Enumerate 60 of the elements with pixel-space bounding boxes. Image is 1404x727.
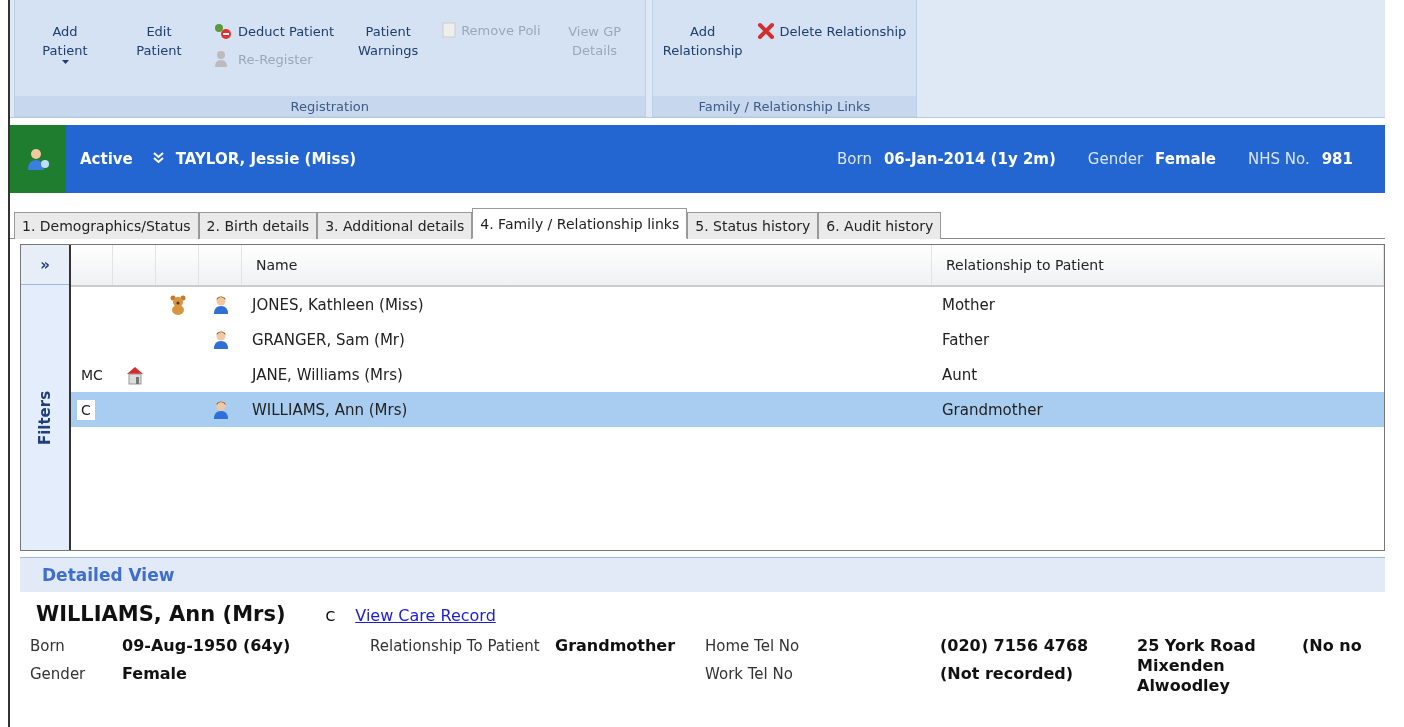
detailed-view-header: Detailed View	[20, 557, 1385, 592]
born-value: 06-Jan-2014 (1y 2m)	[883, 150, 1056, 168]
delete-icon	[756, 22, 775, 40]
expand-filters-button[interactable]: »	[21, 245, 69, 285]
people-remove-icon	[213, 22, 233, 40]
patient-icon	[26, 147, 50, 171]
field-value: (No no	[1302, 636, 1362, 657]
group-label: Registration	[15, 96, 645, 116]
view-care-record-link[interactable]: View Care Record	[355, 606, 496, 625]
field-label: Relationship To Patient	[370, 636, 541, 656]
field-value: Female	[122, 664, 188, 684]
column-header[interactable]: Relationship to Patient	[932, 245, 1384, 285]
nhs-value: 981	[1321, 150, 1353, 168]
tab[interactable]: 3. Additional details	[317, 212, 473, 239]
field-value: Grandmother	[555, 636, 677, 656]
group-label: Family / Relationship Links	[652, 96, 917, 116]
name-cell-text: WILLIAMS, Ann (Mrs)	[251, 400, 409, 419]
relationship-cell-text: Father	[941, 330, 991, 349]
born-label: Born	[837, 150, 872, 168]
field-value: (Not recorded)	[940, 664, 1075, 684]
tab[interactable]: 1. Demographics/Status	[14, 212, 199, 239]
address-line: Alwoodley	[1137, 676, 1231, 696]
code-label: MC	[80, 365, 104, 385]
field-value: 09-Aug-1950 (64y)	[122, 636, 292, 656]
address-line: 25 York Road	[1137, 636, 1257, 656]
tab[interactable]: 4. Family / Relationship links	[472, 208, 688, 239]
tab[interactable]: 6. Audit history	[818, 212, 942, 239]
column-header[interactable]: Name	[242, 245, 932, 285]
field-value: (020) 7156 4768	[940, 636, 1090, 656]
document-icon	[442, 22, 457, 38]
patient-name: TAYLOR, Jessie (Miss)	[175, 150, 358, 168]
code-label: C	[77, 399, 95, 420]
name-cell-text: GRANGER, Sam (Mr)	[251, 330, 406, 349]
tab[interactable]: 2. Birth details	[198, 212, 318, 239]
nhs-label: NHS No.	[1248, 150, 1310, 168]
field-label: Born	[30, 636, 66, 656]
relationship-cell-text: Aunt	[941, 365, 979, 384]
table-row[interactable]: C WILLIAMS, Ann (Mrs) Grandmother	[71, 392, 1384, 427]
ribbon-button[interactable]: Add Patient	[25, 22, 105, 64]
field-label: Gender	[30, 664, 87, 684]
name-cell-text: JANE, Williams (Mrs)	[250, 365, 404, 384]
relationship-cell-text: Mother	[941, 295, 996, 314]
field-label: Home Tel No	[705, 636, 801, 656]
ribbon-button[interactable]: Add Relationship	[662, 22, 743, 60]
ribbon-button[interactable]: Deduct Patient	[213, 22, 335, 40]
caret-icon	[61, 60, 69, 64]
name-cell-text: JONES, Kathleen (Miss)	[250, 295, 425, 314]
code-label: C	[325, 608, 336, 624]
address-line: Mixenden	[1137, 656, 1226, 676]
relationship-cell-text: Grandmother	[941, 400, 1044, 419]
ribbon-button[interactable]: Patient Warnings	[348, 22, 429, 60]
gender-value: Female	[1155, 150, 1216, 168]
person-name: WILLIAMS, Ann (Mrs)	[36, 602, 286, 626]
field-label: Work Tel No	[705, 664, 794, 684]
filters-label[interactable]: Filters	[36, 390, 54, 445]
tab[interactable]: 5. Status history	[687, 212, 819, 239]
ribbon-button[interactable]: Delete Relationship	[756, 22, 907, 40]
status-label: Active	[79, 150, 134, 168]
gender-label: Gender	[1087, 150, 1144, 168]
ribbon-button[interactable]: Edit Patient	[119, 22, 199, 60]
